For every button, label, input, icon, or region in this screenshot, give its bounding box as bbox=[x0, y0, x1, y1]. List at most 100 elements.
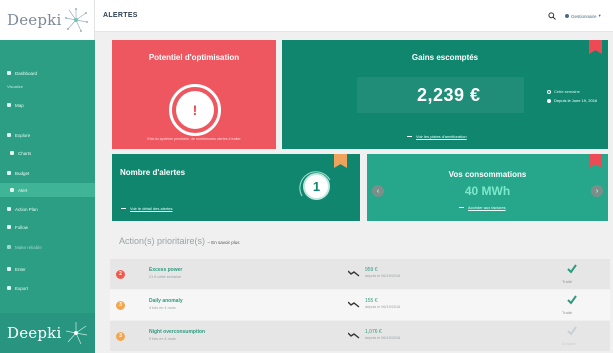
improvement-link-label: Voir les pistes d'amélioration bbox=[416, 134, 467, 139]
legend-since-label: Depuis le June 19, 2016 bbox=[554, 98, 598, 103]
legend-week-label: Cette semaine bbox=[554, 89, 580, 94]
action-row[interactable]: 3 Daily anomaly 4 fois en 4 mois 155 € depui… bbox=[110, 290, 610, 320]
sidebar-item-follow[interactable]: Follow bbox=[0, 220, 95, 234]
nav-icon bbox=[7, 133, 11, 137]
alerts-detail-link-label: Voir le détail des alertes bbox=[130, 206, 173, 211]
priority-badge: 3 bbox=[116, 300, 125, 310]
circle-filled-icon bbox=[547, 98, 551, 103]
invoices-link[interactable]: Accéder aux factures bbox=[459, 205, 506, 210]
optimisation-card: Potentiel d'optimisation ! Etat du systè… bbox=[112, 40, 276, 149]
gains-value: 2,239 € bbox=[417, 85, 481, 105]
sidebar-item-label: Alert bbox=[18, 187, 28, 193]
sidebar-item-label: Follow bbox=[15, 224, 29, 230]
legend-since: Depuis le June 19, 2016 bbox=[547, 98, 597, 103]
priority-badge: 2 bbox=[116, 269, 125, 279]
checkmark-icon bbox=[567, 326, 577, 336]
action-row[interactable]: 2 Excess power 21 € cette semaine 959 € depu… bbox=[110, 259, 610, 289]
top-bar: ALERTES Gestionnaire ▾ bbox=[95, 0, 613, 32]
gains-card: Gains escomptés 2,239 € Cette semaine De… bbox=[282, 40, 608, 149]
dash-icon bbox=[407, 136, 412, 137]
alerts-count-card: Nombre d'alertes 1 Voir le détail des al… bbox=[112, 154, 360, 221]
alert-ring: ! bbox=[169, 84, 221, 136]
consumption-card: Vos consommations 40 MWh ‹ › Accéder aux… bbox=[367, 154, 608, 221]
nav-icon bbox=[7, 286, 11, 290]
user-icon bbox=[565, 14, 569, 18]
sidebar-item-label: Make reliable bbox=[15, 244, 42, 250]
dash-icon bbox=[459, 207, 464, 208]
sidebar-item-label: Charts bbox=[18, 150, 32, 156]
sidebar-item-explore[interactable]: Explore bbox=[0, 128, 95, 142]
priority-badge: 3 bbox=[116, 331, 125, 341]
action-amount: 1,076 € bbox=[365, 329, 382, 335]
brand-footer-name: Deepki bbox=[7, 324, 62, 342]
carousel-prev-button[interactable]: ‹ bbox=[372, 185, 384, 197]
trend-up-icon bbox=[348, 270, 360, 277]
action-status: A traiter bbox=[562, 341, 576, 346]
action-status: Traité bbox=[562, 279, 573, 284]
priority-actions-title: Action(s) prioritaire(s) bbox=[119, 236, 206, 246]
checkmark-icon bbox=[567, 264, 577, 274]
action-status: Traité bbox=[562, 310, 573, 315]
nav-icon bbox=[7, 171, 11, 175]
priority-actions-heading: Action(s) prioritaire(s) – En savoir plu… bbox=[119, 236, 240, 246]
nav-icon bbox=[10, 151, 14, 155]
priority-flag-icon bbox=[589, 154, 602, 168]
consumption-value: 40 MWh bbox=[464, 184, 511, 198]
dash-icon bbox=[121, 208, 126, 209]
action-title: Daily anomaly bbox=[149, 298, 183, 304]
consumption-title: Vos consommations bbox=[448, 170, 527, 179]
sidebar-item-label: Action Plan bbox=[15, 206, 38, 212]
sidebar-item-action-plan[interactable]: Action Plan bbox=[0, 202, 95, 216]
legend-week: Cette semaine bbox=[547, 89, 580, 94]
nav-icon bbox=[7, 225, 11, 229]
action-title: Night overconsumption bbox=[149, 329, 206, 335]
trend-up-icon bbox=[348, 332, 360, 339]
brand-logo[interactable]: Deepki bbox=[0, 0, 95, 40]
chevron-left-icon: ‹ bbox=[376, 187, 380, 195]
action-amount: 155 € bbox=[365, 298, 378, 304]
action-frequency: 9 fois en 4 mois bbox=[149, 337, 176, 341]
sidebar-item-export[interactable]: Export bbox=[0, 281, 95, 295]
sidebar-item-label: Budget bbox=[15, 170, 30, 176]
chevron-right-icon: › bbox=[595, 187, 599, 195]
sidebar: Deepki Visualize Dashboard Map Explore Char… bbox=[0, 0, 95, 353]
brand-name: Deepki bbox=[7, 11, 62, 29]
sidebar-item-label: Export bbox=[15, 285, 29, 291]
invoices-link-label: Accéder aux factures bbox=[468, 205, 506, 210]
sidebar-item-charts[interactable]: Charts bbox=[0, 146, 95, 160]
search-icon[interactable] bbox=[548, 12, 556, 20]
learn-more-link[interactable]: – En savoir plus bbox=[208, 240, 240, 245]
nav-icon bbox=[10, 188, 14, 192]
brand-footer-logo: Deepki bbox=[0, 313, 95, 353]
circle-outline-icon bbox=[547, 89, 551, 94]
carousel-next-button[interactable]: › bbox=[591, 185, 603, 197]
nav-icon bbox=[7, 245, 11, 249]
action-row[interactable]: 3 Night overconsumption 9 fois en 4 mois 1,… bbox=[110, 321, 610, 351]
user-name: Gestionnaire bbox=[571, 13, 597, 19]
nav-icon bbox=[7, 103, 11, 107]
nav-icon bbox=[7, 71, 11, 75]
sidebar-item-alert[interactable]: Alert bbox=[0, 183, 95, 197]
sidebar-item-label: Explore bbox=[15, 132, 31, 138]
action-title: Excess power bbox=[149, 267, 183, 273]
alerts-count-title: Nombre d'alertes bbox=[120, 168, 186, 177]
user-menu[interactable]: Gestionnaire ▾ bbox=[565, 13, 601, 19]
nav-icon bbox=[7, 207, 11, 211]
gains-title: Gains escomptés bbox=[411, 53, 479, 62]
sidebar-item-enter[interactable]: Enter bbox=[0, 262, 95, 276]
logo-sparkle-icon bbox=[66, 322, 88, 345]
optimisation-title: Potentiel d'optimisation bbox=[148, 53, 240, 62]
sidebar-item-budget[interactable]: Budget bbox=[0, 166, 95, 180]
nav-icon bbox=[7, 267, 11, 271]
alerts-detail-link[interactable]: Voir le détail des alertes bbox=[121, 206, 172, 211]
logo-sparkle-icon bbox=[65, 8, 89, 32]
action-frequency: 21 € cette semaine bbox=[149, 275, 182, 279]
action-frequency: 4 fois en 4 mois bbox=[149, 306, 176, 310]
improvement-link[interactable]: Voir les pistes d'amélioration bbox=[407, 134, 467, 139]
optimisation-description: Etat du système prioritaire, de nombreus… bbox=[147, 137, 241, 141]
sidebar-item-label: Enter bbox=[15, 266, 26, 272]
sidebar-item-make-reliable[interactable]: Make reliable bbox=[0, 240, 95, 254]
sidebar-item-map[interactable]: Map bbox=[0, 98, 95, 112]
sidebar-item-dashboard[interactable]: Dashboard bbox=[0, 66, 95, 80]
nav-section-label: Visualize bbox=[7, 84, 23, 89]
